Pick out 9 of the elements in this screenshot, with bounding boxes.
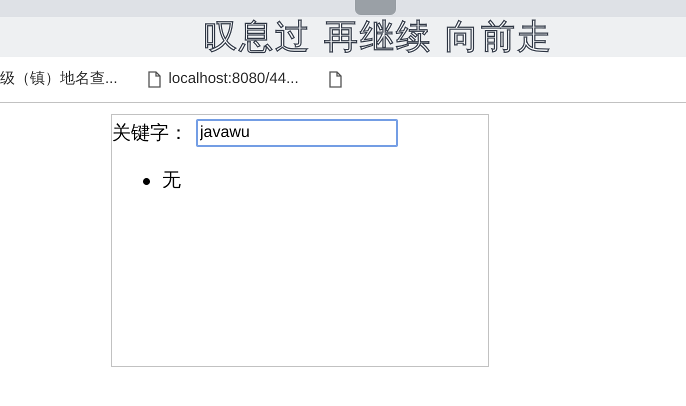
bookmark-link[interactable]: 级（镇）地名查... — [0, 68, 118, 91]
page-icon[interactable] — [328, 71, 342, 88]
result-text: 无 — [162, 169, 181, 193]
tab-handle[interactable] — [355, 0, 396, 15]
page-icon — [148, 71, 161, 88]
keyword-label: 关键字： — [112, 124, 188, 142]
bullet-icon — [143, 178, 150, 185]
bookmark-link[interactable]: localhost:8080/44... — [148, 68, 299, 91]
banner-text: 叹息过 再继续 向前走 — [203, 20, 553, 54]
